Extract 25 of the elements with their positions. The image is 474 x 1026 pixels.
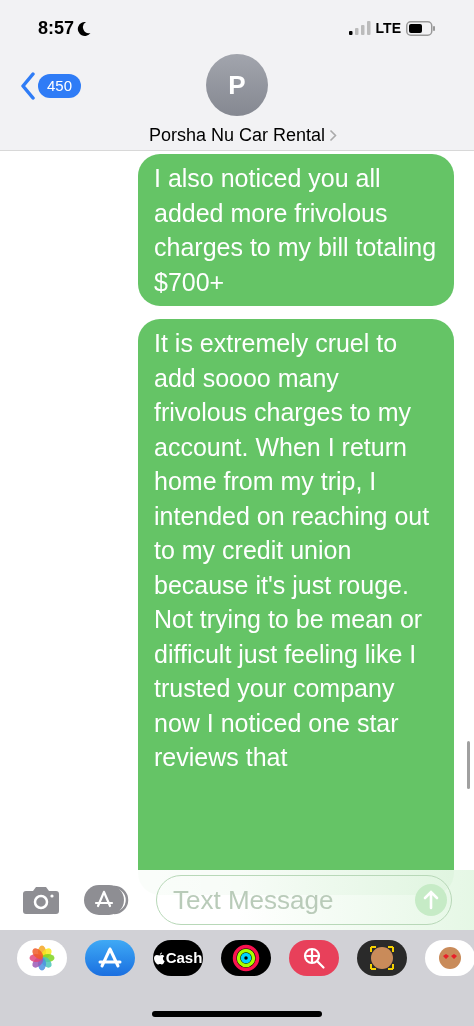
image-search-button[interactable]: [289, 940, 339, 976]
chevron-right-icon: [329, 129, 338, 142]
app-store-button[interactable]: [85, 940, 135, 976]
moon-icon: [77, 20, 92, 36]
network-label: LTE: [375, 18, 401, 38]
sent-message-bubble: I also noticed you all added more frivolous charges to my bill totaling $700+: [138, 154, 454, 306]
avatar-icon: [368, 944, 396, 972]
globe-search-icon: [301, 945, 327, 971]
flower-icon: [29, 945, 55, 971]
app-store-icon: [97, 946, 123, 970]
chevron-left-icon: [20, 72, 36, 100]
back-button[interactable]: 450: [20, 72, 82, 100]
memoji-stickers-button[interactable]: [425, 940, 474, 976]
status-time: 8:57: [38, 16, 75, 40]
activity-rings-button[interactable]: [221, 940, 271, 976]
photos-app-button[interactable]: [17, 940, 67, 976]
rings-icon: [232, 944, 260, 972]
cash-app-button[interactable]: Cash: [153, 940, 203, 976]
signal-icon: [348, 21, 371, 35]
contact-name-button[interactable]: Porsha Nu Car Rental: [148, 122, 338, 149]
battery-icon: [406, 20, 436, 36]
camera-icon[interactable]: [22, 885, 60, 915]
apple-icon: [153, 951, 165, 965]
memoji-button[interactable]: [357, 940, 407, 976]
unread-count-badge: 450: [38, 73, 82, 99]
